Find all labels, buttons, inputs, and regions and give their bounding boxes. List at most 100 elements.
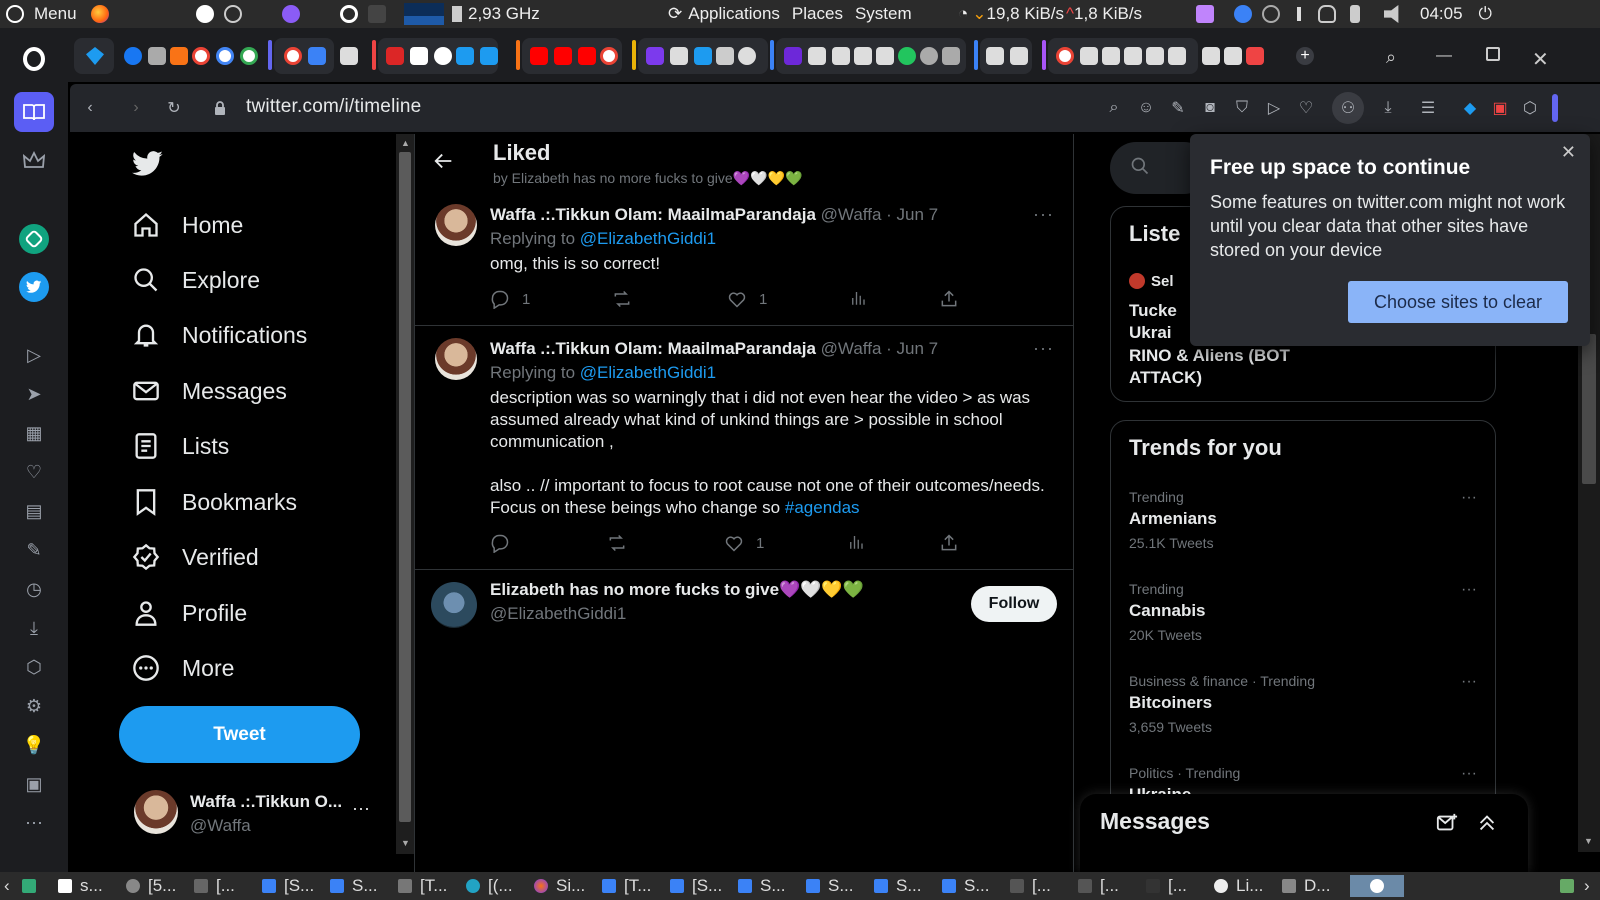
download-ab-icon[interactable]: ⤓ bbox=[1378, 98, 1398, 118]
doc-tab-icon[interactable] bbox=[808, 47, 826, 65]
tab-search-icon[interactable]: ⌕ bbox=[1386, 47, 1404, 67]
twitter-logo-icon[interactable] bbox=[132, 150, 164, 178]
red-tab-icon[interactable] bbox=[386, 47, 404, 65]
taskbar-item[interactable]: [S... bbox=[670, 875, 722, 897]
replying-to-link[interactable]: @ElizabethGiddi1 bbox=[580, 363, 716, 382]
nav-bookmarks[interactable]: Bookmarks bbox=[130, 477, 297, 527]
history-icon[interactable]: ◷ bbox=[19, 574, 49, 604]
doc-tab-icon-3[interactable] bbox=[854, 47, 872, 65]
doc-tab-icon-8[interactable] bbox=[1102, 47, 1120, 65]
google-tab-icon-4[interactable] bbox=[284, 47, 302, 65]
google-tab-icon-6[interactable] bbox=[1056, 47, 1074, 65]
nav-profile[interactable]: Profile bbox=[130, 588, 247, 638]
forward-icon[interactable]: › bbox=[126, 98, 146, 118]
easy-setup-icon[interactable]: ☰ bbox=[1418, 98, 1438, 118]
play-tab-icon[interactable] bbox=[898, 47, 916, 65]
send-ab-icon[interactable]: ▷ bbox=[1264, 98, 1284, 118]
nav-explore[interactable]: Explore bbox=[130, 255, 260, 305]
taskbar-item[interactable]: [... bbox=[1010, 875, 1051, 897]
yahoo-mail-tab-icon[interactable] bbox=[646, 47, 664, 65]
twitter-tab-icon[interactable] bbox=[456, 47, 474, 65]
restore-icon[interactable] bbox=[1486, 47, 1500, 61]
taskbar-item[interactable]: s... bbox=[58, 875, 103, 897]
opera-launcher-icon[interactable] bbox=[340, 5, 358, 23]
expand-drawer-icon[interactable] bbox=[1476, 812, 1498, 834]
reply-button[interactable]: 1 bbox=[490, 289, 530, 309]
fox-tab-icon[interactable] bbox=[170, 47, 188, 65]
lock-icon[interactable] bbox=[210, 98, 230, 118]
tweet-avatar[interactable] bbox=[435, 204, 477, 246]
page-tab-icon[interactable] bbox=[670, 47, 688, 65]
send-icon[interactable]: ➤ bbox=[19, 379, 49, 409]
trend-more-icon[interactable]: ··· bbox=[1461, 765, 1477, 783]
google-tab-icon[interactable] bbox=[192, 47, 210, 65]
facebook-tab-icon[interactable] bbox=[124, 47, 142, 65]
youtube-tab-icon-2[interactable] bbox=[554, 47, 572, 65]
active-twitter-tab-icon[interactable] bbox=[694, 47, 712, 65]
trash-icon[interactable] bbox=[1560, 875, 1582, 897]
taskbar-item[interactable]: D... bbox=[1282, 875, 1330, 897]
replying-to-link[interactable]: @ElizabethGiddi1 bbox=[580, 229, 716, 248]
player-icon[interactable]: ▷ bbox=[19, 340, 49, 370]
red-tab-icon-2[interactable] bbox=[1246, 47, 1264, 65]
nav-notifications[interactable]: Notifications bbox=[130, 310, 307, 360]
tweet-1[interactable]: Waffa .:.Tikkun Olam: MaailmaParandaja @… bbox=[415, 192, 1074, 326]
doc-tab-icon-12[interactable] bbox=[1202, 47, 1220, 65]
taskbar-left-arrow-icon[interactable]: ‹ bbox=[4, 875, 10, 897]
tray-volume-icon[interactable] bbox=[1384, 5, 1399, 23]
vpn-diamond-icon[interactable]: ◆ bbox=[1460, 98, 1480, 118]
trend-item[interactable]: Business & finance · Trending Bitcoiners… bbox=[1111, 667, 1495, 753]
share-button[interactable] bbox=[939, 289, 971, 309]
extensions-icon[interactable]: ⬡ bbox=[19, 652, 49, 682]
museum-tab-icon[interactable] bbox=[148, 47, 166, 65]
like-button[interactable]: 1 bbox=[727, 289, 767, 309]
back-arrow-icon[interactable] bbox=[433, 150, 455, 172]
tray-update-icon[interactable] bbox=[1234, 5, 1252, 23]
taskbar-item[interactable]: [T... bbox=[602, 875, 651, 897]
tweet-more-icon[interactable]: ··· bbox=[1033, 204, 1054, 225]
taskbar-item[interactable]: Li... bbox=[1214, 875, 1263, 897]
page-scrollbar-thumb[interactable] bbox=[1582, 334, 1596, 484]
left-scrollbar-thumb[interactable] bbox=[399, 152, 411, 822]
taskbar-item[interactable]: S... bbox=[330, 875, 378, 897]
crown-icon[interactable] bbox=[19, 146, 49, 176]
new-tab-plus-icon[interactable]: + bbox=[1296, 47, 1314, 65]
nav-lists[interactable]: Lists bbox=[130, 421, 229, 471]
account-switcher[interactable]: Waffa .:.Tikkun O... @Waffa ··· bbox=[130, 784, 390, 844]
user-card[interactable]: Elizabeth has no more fucks to give💜🤍💛💚 … bbox=[415, 570, 1074, 646]
google-tab-icon-2[interactable] bbox=[216, 47, 234, 65]
share-button[interactable] bbox=[939, 533, 971, 553]
adblock-icon[interactable]: ▣ bbox=[1490, 98, 1510, 118]
speed-dial-icon[interactable]: ▦ bbox=[19, 418, 49, 448]
doc-tab-icon-6[interactable] bbox=[1010, 47, 1028, 65]
retweet-button[interactable] bbox=[611, 289, 645, 309]
taskbar-item[interactable]: [T... bbox=[398, 875, 447, 897]
chatgpt-icon[interactable] bbox=[19, 224, 49, 254]
l-tab-icon[interactable] bbox=[716, 47, 734, 65]
page-scroll-down-icon[interactable]: ▼ bbox=[1584, 836, 1593, 846]
system-menu[interactable]: System bbox=[855, 4, 912, 24]
tray-app-icon[interactable] bbox=[1196, 5, 1214, 23]
twitter-tab-icon-2[interactable] bbox=[480, 47, 498, 65]
gear-tab-icon[interactable] bbox=[920, 47, 938, 65]
rt-tab-icon[interactable] bbox=[308, 47, 326, 65]
list-title-line-2[interactable]: Ukrai bbox=[1129, 323, 1172, 343]
trend-more-icon[interactable]: ··· bbox=[1461, 581, 1477, 599]
messages-drawer[interactable]: Messages bbox=[1080, 794, 1528, 872]
emoji-icon[interactable]: ☺ bbox=[1136, 98, 1156, 118]
tweet-avatar[interactable] bbox=[435, 338, 477, 380]
taskbar-item[interactable]: S... bbox=[738, 875, 786, 897]
doc-tab-icon-13[interactable] bbox=[1224, 47, 1242, 65]
edit-icon[interactable]: ✎ bbox=[19, 535, 49, 565]
trend-more-icon[interactable]: ··· bbox=[1461, 489, 1477, 507]
terminal-icon[interactable] bbox=[368, 5, 386, 23]
account-more-icon[interactable]: ··· bbox=[352, 798, 370, 819]
camera-icon[interactable]: ◙ bbox=[1200, 98, 1220, 118]
back-icon[interactable]: ‹ bbox=[80, 98, 100, 118]
doc-tab-icon-5[interactable] bbox=[986, 47, 1004, 65]
minimize-icon[interactable]: — bbox=[1436, 47, 1454, 65]
tweet-author-name[interactable]: Waffa .:.Tikkun Olam: MaailmaParandaja bbox=[490, 205, 816, 224]
tweet-meta[interactable]: @Waffa · Jun 7 bbox=[821, 339, 938, 358]
opera-logo-icon[interactable] bbox=[19, 44, 49, 74]
follow-button[interactable]: Follow bbox=[971, 586, 1057, 622]
